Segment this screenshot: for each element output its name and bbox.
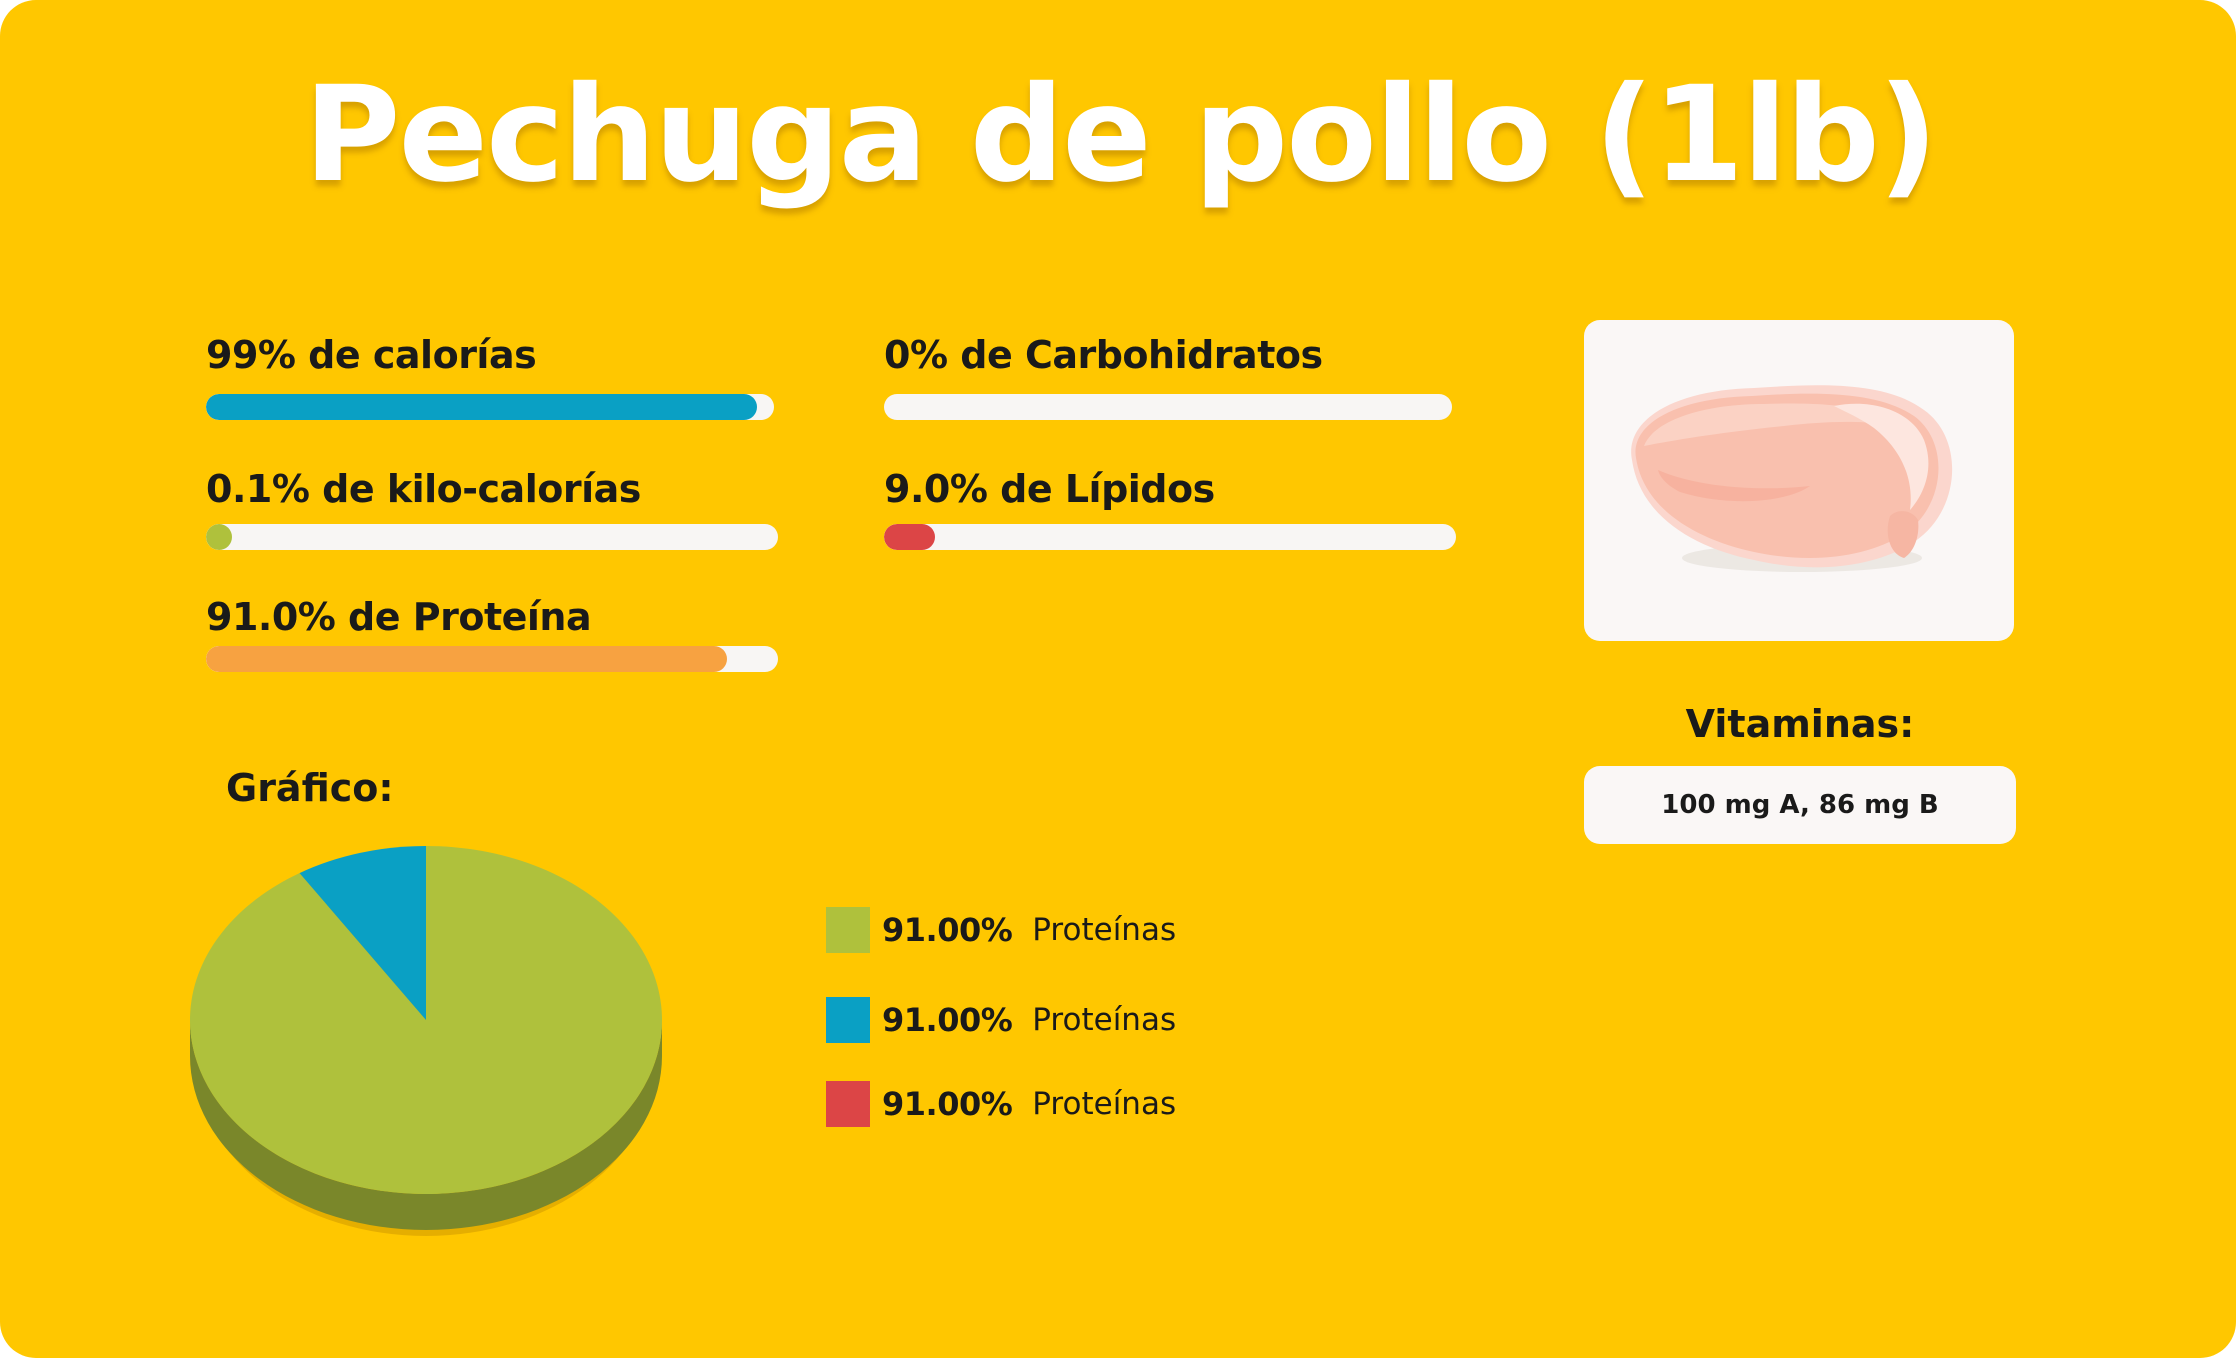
lipids-progress-fill: [884, 524, 936, 550]
legend-swatch: [826, 907, 870, 953]
carbs-progress-bar: [884, 394, 1452, 420]
calories-label: 99% de calorías: [206, 333, 537, 377]
calories-progress-fill: [206, 394, 757, 420]
lipids-progress-bar: [884, 524, 1456, 550]
calories-progress-bar: [206, 394, 774, 420]
legend-swatch: [826, 1081, 870, 1127]
lipids-label: 9.0% de Lípidos: [884, 467, 1215, 511]
legend-value: 91.00%: [882, 911, 1013, 949]
protein-progress-bar: [206, 646, 778, 672]
protein-progress-fill: [206, 646, 727, 672]
kilocalories-progress-bar: [206, 524, 778, 550]
carbs-label: 0% de Carbohidratos: [884, 333, 1323, 377]
legend-item: 91.00% Proteínas: [826, 996, 1176, 1044]
legend-name: Proteínas: [1032, 1002, 1177, 1038]
page-title: Pechuga de pollo (1lb): [303, 58, 1939, 212]
pie-chart: [190, 846, 662, 1236]
legend-value: 91.00%: [882, 1001, 1013, 1039]
legend-item: 91.00% Proteínas: [826, 906, 1176, 954]
nutrition-card: Pechuga de pollo (1lb) 99% de calorías 0…: [0, 0, 2236, 1358]
legend-item: 91.00% Proteínas: [826, 1080, 1176, 1128]
legend-swatch: [826, 997, 870, 1043]
legend-name: Proteínas: [1032, 912, 1177, 948]
vitamins-value: 100 mg A, 86 mg B: [1584, 766, 2016, 844]
chicken-breast-icon: [1631, 385, 1953, 572]
kilocalories-label: 0.1% de kilo-calorías: [206, 467, 641, 511]
protein-label: 91.0% de Proteína: [206, 595, 592, 639]
legend-value: 91.00%: [882, 1085, 1013, 1123]
kilocalories-progress-fill: [206, 524, 232, 550]
legend-name: Proteínas: [1032, 1086, 1177, 1122]
vitamins-heading: Vitaminas:: [1685, 702, 1915, 746]
chart-heading: Gráfico:: [226, 766, 394, 810]
